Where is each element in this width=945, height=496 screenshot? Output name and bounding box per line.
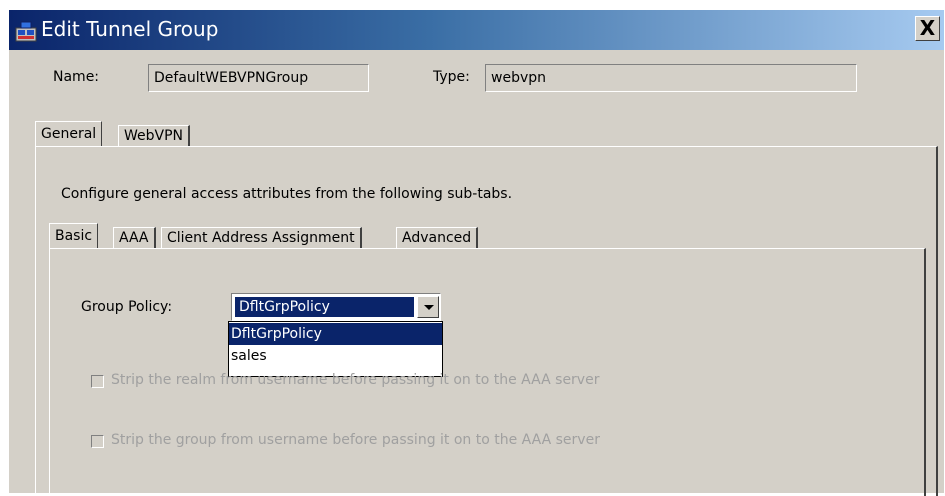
dialog-title: Edit Tunnel Group <box>41 17 219 41</box>
group-policy-selected-value: DfltGrpPolicy <box>235 297 414 317</box>
strip-group-checkbox[interactable] <box>91 435 104 448</box>
dropdown-arrow-button[interactable] <box>417 296 439 318</box>
name-field[interactable]: DefaultWEBVPNGroup <box>148 64 369 92</box>
group-policy-select[interactable]: DfltGrpPolicy <box>231 293 441 321</box>
tab-general[interactable]: General <box>35 121 103 147</box>
general-description: Configure general access attributes from… <box>61 186 513 202</box>
dropdown-option-dfltgrppolicy[interactable]: DfltGrpPolicy <box>229 323 442 345</box>
name-label: Name: <box>53 69 100 85</box>
tab-client-address-assignment[interactable]: Client Address Assignment <box>161 227 362 249</box>
type-field[interactable]: webvpn <box>485 64 857 92</box>
strip-group-label: Strip the group from username before pas… <box>111 432 600 448</box>
tab-aaa[interactable]: AAA <box>113 227 156 249</box>
tab-advanced[interactable]: Advanced <box>396 227 479 249</box>
group-policy-dropdown-list: DfltGrpPolicy sales <box>228 321 443 377</box>
close-button[interactable]: X <box>915 16 940 41</box>
chevron-down-icon <box>424 305 434 310</box>
dropdown-option-sales[interactable]: sales <box>229 345 442 367</box>
group-policy-label: Group Policy: <box>81 299 173 315</box>
strip-realm-label: Strip the realm from username before pas… <box>111 372 600 388</box>
tab-basic[interactable]: Basic <box>49 223 99 249</box>
tunnel-group-app-icon <box>15 20 37 42</box>
title-bar[interactable]: Edit Tunnel Group X <box>9 10 944 50</box>
tab-webvpn[interactable]: WebVPN <box>118 125 191 147</box>
edit-tunnel-group-dialog: Edit Tunnel Group X Name: DefaultWEBVPNG… <box>8 10 944 496</box>
strip-realm-checkbox[interactable] <box>91 375 104 388</box>
type-label: Type: <box>433 69 470 85</box>
